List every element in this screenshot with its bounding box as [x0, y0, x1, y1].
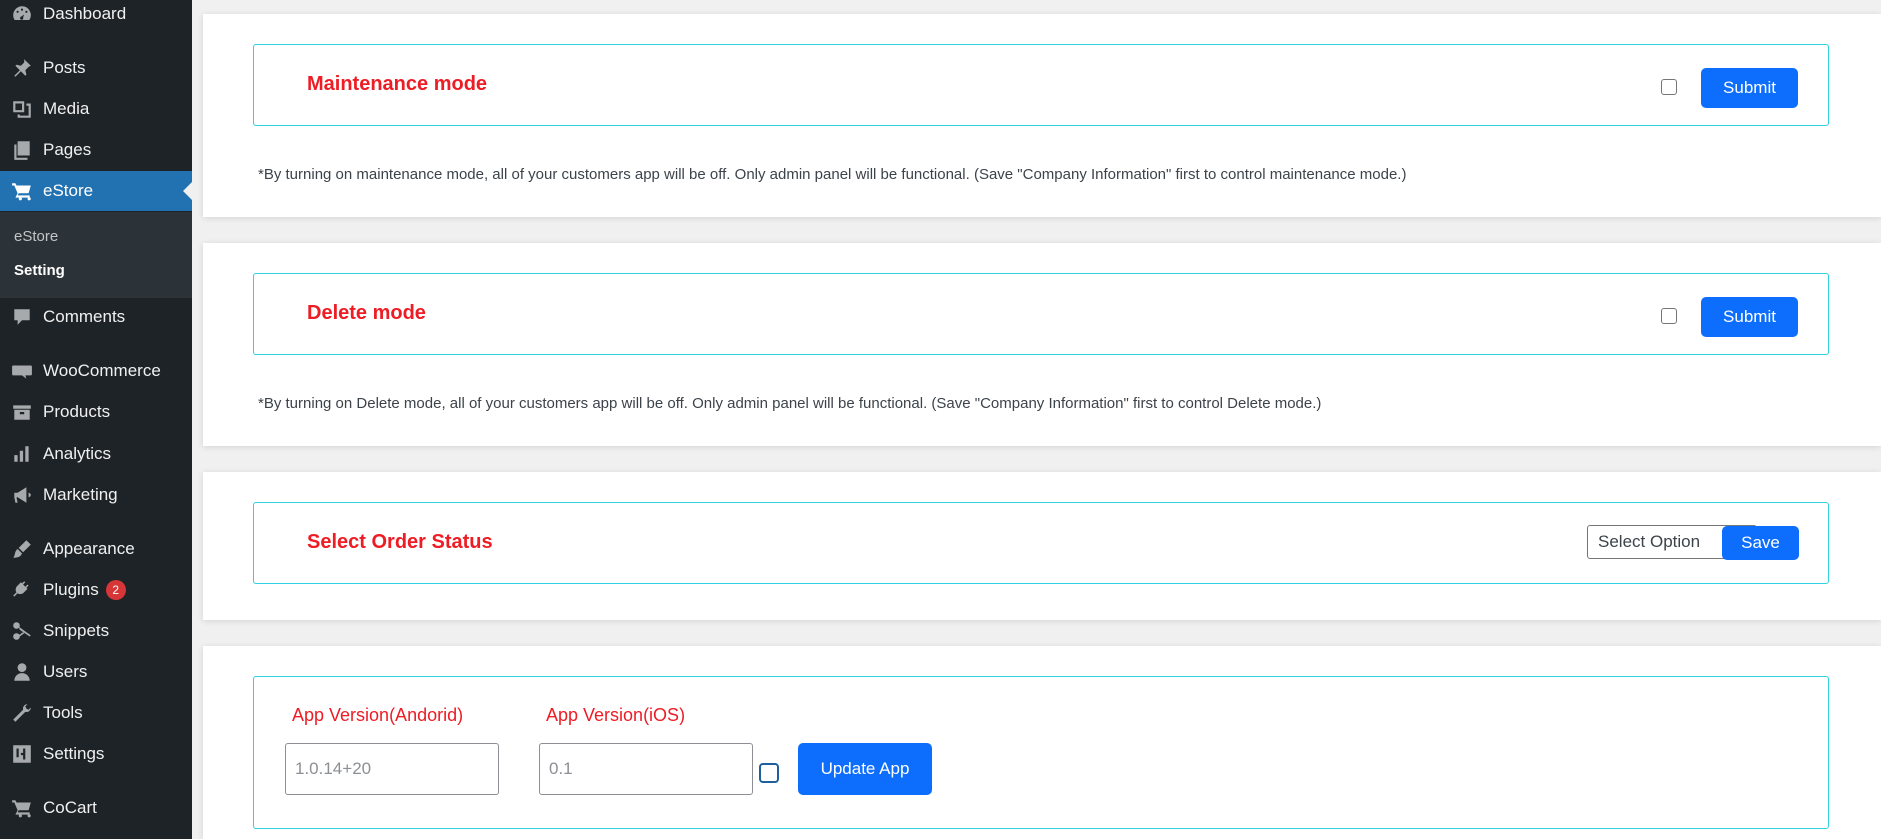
menu-label: Settings: [43, 744, 105, 763]
menu-label: Analytics: [43, 444, 112, 463]
menu-item-pages[interactable]: Pages: [0, 130, 192, 170]
menu-label: CoCart: [43, 798, 97, 817]
menu-item-plugins[interactable]: Plugins 2: [0, 570, 192, 610]
menu-label: Posts: [43, 58, 86, 77]
maintenance-note: *By turning on maintenance mode, all of …: [258, 166, 1407, 183]
menu-item-products[interactable]: Products: [0, 392, 192, 432]
maintenance-card: Maintenance mode Submit *By turning on m…: [203, 14, 1881, 217]
menu-label: WooCommerce: [43, 361, 161, 380]
app-version-panel: App Version(Andorid) 1.0.14+20 App Versi…: [253, 676, 1829, 829]
menu-item-tools[interactable]: Tools: [0, 693, 192, 733]
cart-icon: [10, 179, 34, 203]
cart-icon: [10, 796, 34, 820]
menu-item-marketing[interactable]: Marketing: [0, 475, 192, 515]
user-icon: [10, 660, 34, 684]
menu-item-appearance[interactable]: Appearance: [0, 529, 192, 569]
brush-icon: [10, 537, 34, 561]
plugin-icon: [10, 578, 34, 602]
comment-icon: [10, 305, 34, 329]
menu-label: Products: [43, 402, 111, 421]
delete-mode-card: Delete mode Submit *By turning on Delete…: [203, 243, 1881, 446]
maintenance-submit-button[interactable]: Submit: [1701, 68, 1798, 108]
archive-icon: [10, 400, 34, 424]
menu-label: Media: [43, 99, 90, 118]
menu-label: Plugins: [43, 580, 99, 599]
submenu-item-setting[interactable]: Setting: [14, 262, 65, 279]
maintenance-panel: Maintenance mode Submit: [253, 44, 1829, 126]
menu-label: eStore: [43, 181, 94, 200]
ios-version-label: App Version(iOS): [546, 705, 686, 725]
dashboard-icon: [10, 2, 34, 26]
ios-version-value: 0.1: [549, 759, 573, 778]
android-version-label: App Version(Andorid): [292, 705, 464, 725]
app-version-card: App Version(Andorid) 1.0.14+20 App Versi…: [203, 646, 1881, 839]
maintenance-checkbox[interactable]: [1661, 79, 1677, 95]
menu-item-analytics[interactable]: Analytics: [0, 434, 192, 474]
update-app-button[interactable]: Update App: [798, 743, 932, 795]
menu-label: Appearance: [43, 539, 135, 558]
menu-item-woocommerce[interactable]: WooCommerce: [0, 351, 192, 391]
order-status-panel: Select Order Status Select Option Save: [253, 502, 1829, 584]
menu-label: Tools: [43, 703, 83, 722]
menu-item-dashboard[interactable]: Dashboard: [0, 0, 192, 34]
android-version-input[interactable]: 1.0.14+20: [285, 743, 499, 795]
order-status-save-button[interactable]: Save: [1722, 526, 1799, 560]
woo-icon: [10, 359, 34, 383]
delete-mode-panel: Delete mode Submit: [253, 273, 1829, 355]
menu-label: Marketing: [43, 485, 118, 504]
order-status-title: Select Order Status: [307, 531, 493, 553]
menu-label: Comments: [43, 307, 126, 326]
delete-mode-title: Delete mode: [307, 302, 426, 324]
pages-icon: [10, 138, 34, 162]
menu-item-media[interactable]: Media: [0, 89, 192, 129]
submenu-item-estore[interactable]: eStore: [14, 228, 58, 245]
delete-mode-note: *By turning on Delete mode, all of your …: [258, 395, 1322, 412]
order-status-select-value: Select Option: [1598, 532, 1701, 551]
menu-item-cocart[interactable]: CoCart: [0, 788, 192, 828]
menu-label: Users: [43, 662, 88, 681]
media-icon: [10, 97, 34, 121]
delete-mode-checkbox[interactable]: [1661, 308, 1677, 324]
menu-item-comments[interactable]: Comments: [0, 297, 192, 337]
app-version-checkbox[interactable]: [759, 763, 779, 783]
pin-icon: [10, 56, 34, 80]
order-status-card: Select Order Status Select Option Save: [203, 472, 1881, 620]
estore-submenu: eStore Setting: [0, 212, 192, 298]
ios-version-input[interactable]: 0.1: [539, 743, 753, 795]
megaphone-icon: [10, 483, 34, 507]
android-version-value: 1.0.14+20: [295, 759, 372, 778]
menu-item-snippets[interactable]: Snippets: [0, 611, 192, 651]
sliders-icon: [10, 742, 34, 766]
menu-item-estore[interactable]: eStore: [0, 171, 192, 211]
scissors-icon: [10, 619, 34, 643]
admin-sidebar: Dashboard Posts Media Pages eStore eStor…: [0, 0, 192, 839]
maintenance-title: Maintenance mode: [307, 73, 488, 95]
menu-item-settings[interactable]: Settings: [0, 734, 192, 774]
menu-label: Dashboard: [43, 4, 127, 23]
chart-bar-icon: [10, 442, 34, 466]
wrench-icon: [10, 701, 34, 725]
menu-item-users[interactable]: Users: [0, 652, 192, 692]
menu-label: Snippets: [43, 621, 110, 640]
plugins-update-badge: 2: [105, 580, 126, 600]
delete-mode-submit-button[interactable]: Submit: [1701, 297, 1798, 337]
menu-item-posts[interactable]: Posts: [0, 48, 192, 88]
menu-label: Pages: [43, 140, 92, 159]
